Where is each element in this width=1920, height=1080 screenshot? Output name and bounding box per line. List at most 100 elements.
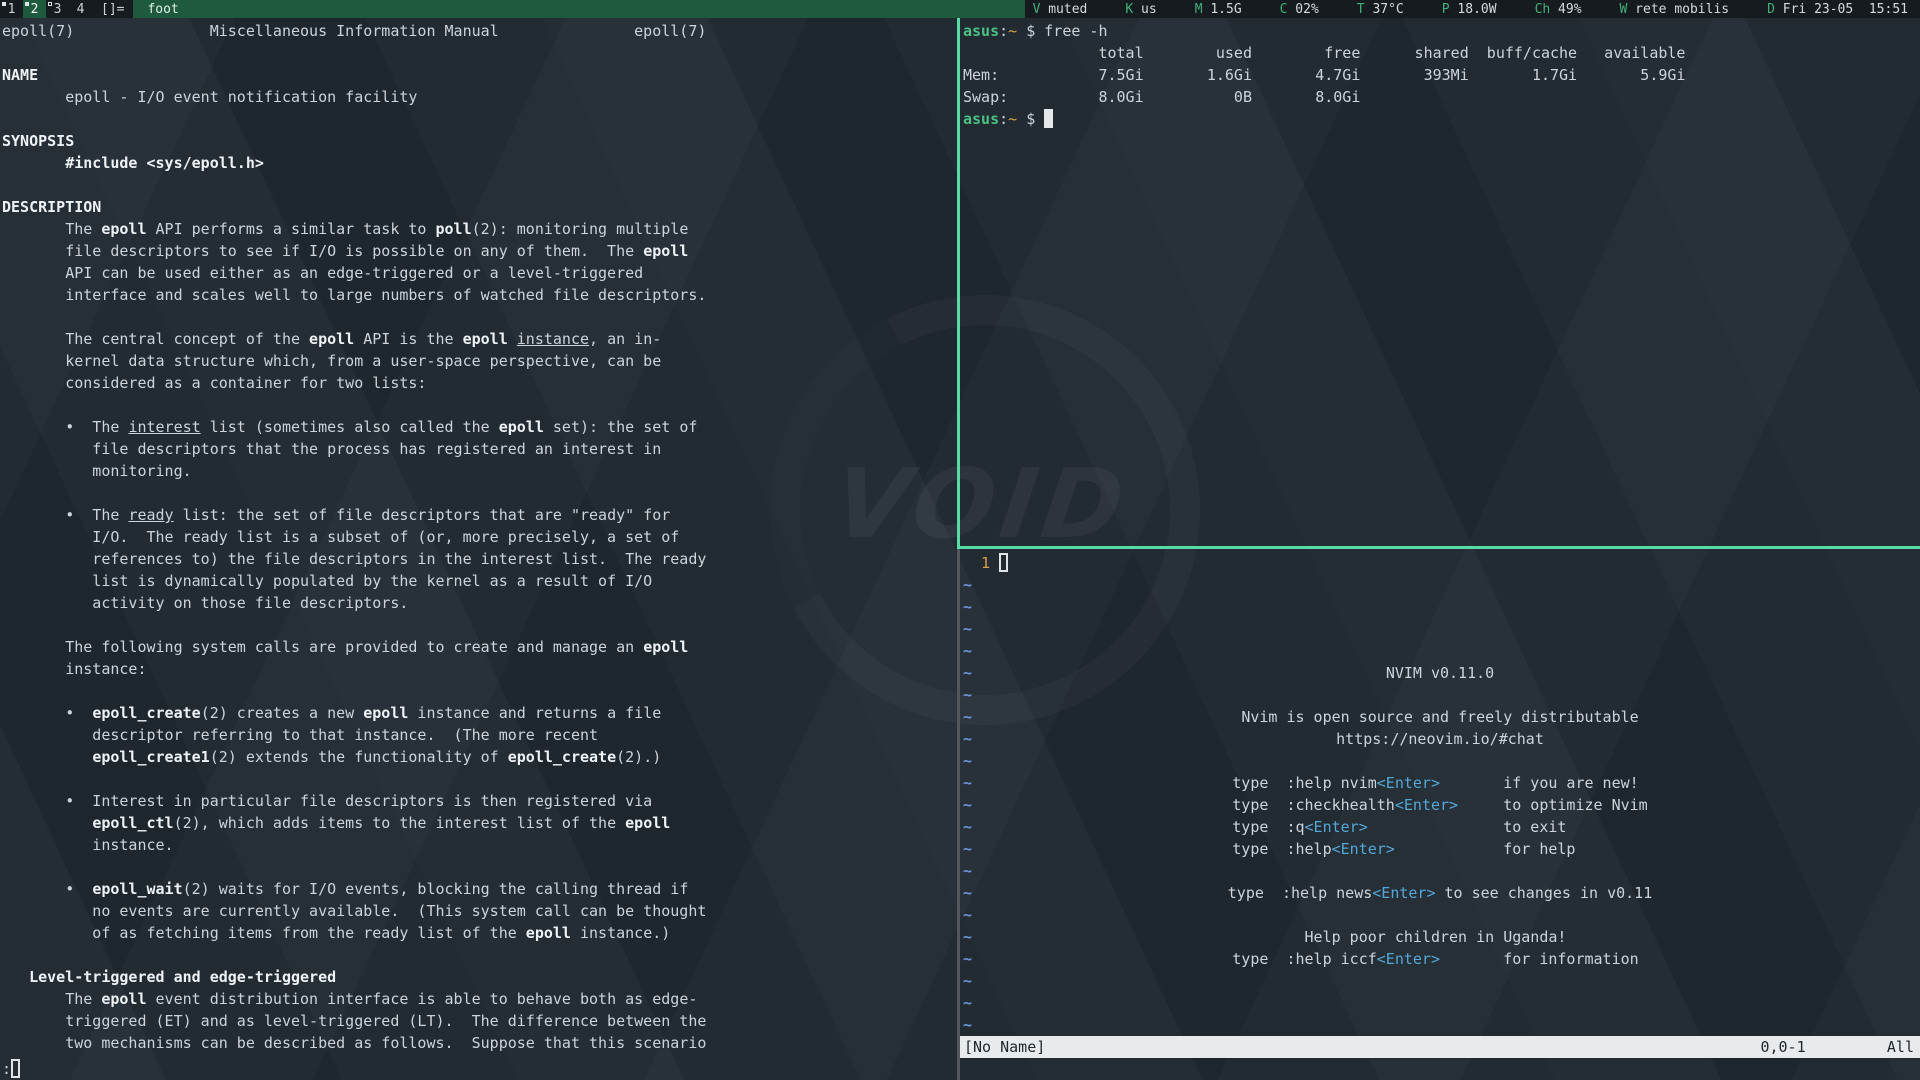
terminal-line: The epoll event distribution interface i… [2, 988, 957, 1010]
focused-border-horizontal [957, 546, 1920, 549]
terminal-line: API can be used either as an edge-trigge… [2, 262, 957, 284]
nvim-statusline: [No Name] 0,0-1 All [960, 1036, 1920, 1058]
terminal-line: • The ready list: the set of file descri… [2, 504, 957, 526]
terminal-line: • epoll_create(2) creates a new epoll in… [2, 702, 957, 724]
status-volume: V muted [1033, 2, 1088, 17]
terminal-line: type :help<Enter> for help [960, 838, 1920, 860]
terminal-line: type :help nvim<Enter> if you are new! [960, 772, 1920, 794]
terminal-line [2, 680, 957, 702]
terminal-line: The epoll API performs a similar task to… [2, 218, 957, 240]
terminal-line: I/O. The ready list is a subset of (or, … [2, 526, 957, 548]
terminal-line: of as fetching items from the ready list… [2, 922, 957, 944]
terminal-line [2, 482, 957, 504]
terminal-line [960, 684, 1920, 706]
terminal-line: epoll - I/O event notification facility [2, 86, 957, 108]
terminal-line [960, 860, 1920, 882]
terminal-line [960, 750, 1920, 772]
terminal-line: The central concept of the epoll API is … [2, 328, 957, 350]
tag-2-selected[interactable]: 2 [23, 0, 46, 18]
nvim-splash: NVIM v0.11.0 Nvim is open source and free… [960, 662, 1920, 970]
terminal-line: descriptor referring to that instance. (… [2, 724, 957, 746]
terminal-line: ~ [963, 596, 1920, 618]
layout-symbol[interactable]: []= [92, 0, 133, 18]
terminal-line: no events are currently available. (This… [2, 900, 957, 922]
terminal-line: type :help news<Enter> to see changes in… [960, 882, 1920, 904]
terminal-line: references to) the file descriptors in t… [2, 548, 957, 570]
terminal-line: type :checkhealth<Enter> to optimize Nvi… [960, 794, 1920, 816]
terminal-line: epoll(7) Miscellaneous Information Manua… [2, 20, 957, 42]
tag-client-indicator [48, 2, 52, 6]
terminal-line [2, 306, 957, 328]
terminal-line: Level-triggered and edge-triggered [2, 966, 957, 988]
terminal-line: • Interest in particular file descriptor… [2, 790, 957, 812]
status-cpu: C 02% [1280, 2, 1319, 17]
status-charge: Ch 49% [1535, 2, 1582, 17]
tag-4[interactable]: 4 [69, 0, 92, 18]
terminal-line [960, 904, 1920, 926]
status-segment: V muted K us M 1.5G C 02% T 37°C P 18.0W… [1025, 0, 1920, 18]
terminal-line: #include <sys/epoll.h> [2, 152, 957, 174]
tag-label: 3 [54, 2, 62, 17]
terminal-line: https://neovim.io/#chat [960, 728, 1920, 750]
terminal-line: Nvim is open source and freely distribut… [960, 706, 1920, 728]
terminal-line: ~ [963, 574, 1920, 596]
terminal-line: • epoll_wait(2) waits for I/O events, bl… [2, 878, 957, 900]
focused-border-vertical [957, 18, 960, 549]
terminal-line: ~ [963, 640, 1920, 662]
terminal-line [2, 174, 957, 196]
shell-terminal[interactable]: asus:~ $ free -h total used free shared … [960, 18, 1920, 546]
buffer-name: [No Name] [960, 1038, 1045, 1056]
status-wifi: W rete mobilis [1620, 2, 1730, 17]
terminal-line: ~ [963, 992, 1920, 1014]
terminal-line: instance. [2, 834, 957, 856]
terminal-line: NVIM v0.11.0 [960, 662, 1920, 684]
shell-content: asus:~ $ free -h total used free shared … [963, 20, 1920, 130]
terminal-line: • The interest list (sometimes also call… [2, 416, 957, 438]
terminal-line: epoll_create1(2) extends the functionali… [2, 746, 957, 768]
pager-prompt[interactable]: : [2, 1058, 20, 1080]
terminal-line: 1 [963, 552, 1920, 574]
terminal-line [2, 108, 957, 130]
terminal-line: type :help iccf<Enter> for information [960, 948, 1920, 970]
nvim-cmdline [960, 1058, 1920, 1080]
terminal-line: ~ [963, 1014, 1920, 1036]
terminal-line: file descriptors that the process has re… [2, 438, 957, 460]
terminal-line: instance: [2, 658, 957, 680]
terminal-line [2, 614, 957, 636]
nvim-pane[interactable]: 1 ~~~~~~~~~~~~~~~~~~~~~ NVIM v0.11.0Nvim… [960, 549, 1920, 1080]
status-date: D Fri 23-05 15:51 [1767, 2, 1908, 17]
terminal-line [2, 394, 957, 416]
status-keyboard: K us [1125, 2, 1156, 17]
terminal-line: DESCRIPTION [2, 196, 957, 218]
terminal-line: triggered (ET) and as level-triggered (L… [2, 1010, 957, 1032]
terminal-line: SYNOPSIS [2, 130, 957, 152]
manpage-content: epoll(7) Miscellaneous Information Manua… [2, 20, 957, 1054]
terminal-line: ~ [963, 618, 1920, 640]
terminal-line: activity on those file descriptors. [2, 592, 957, 614]
terminal-line: total used free shared buff/cache availa… [963, 42, 1920, 64]
terminal-line [2, 856, 957, 878]
terminal-line: epoll_ctl(2), which adds items to the in… [2, 812, 957, 834]
terminal-line: list is dynamically populated by the ker… [2, 570, 957, 592]
terminal-line: considered as a container for two lists: [2, 372, 957, 394]
terminal-line: Swap: 8.0Gi 0B 8.0Gi [963, 86, 1920, 108]
terminal-line: interface and scales well to large numbe… [2, 284, 957, 306]
terminal-line: asus:~ $ [963, 108, 1920, 130]
terminal-line [2, 42, 957, 64]
status-memory: M 1.5G [1195, 2, 1242, 17]
terminal-line: asus:~ $ free -h [963, 20, 1920, 42]
tag-label: 4 [77, 2, 85, 17]
window-title: foot [133, 0, 1024, 18]
terminal-line: kernel data structure which, from a user… [2, 350, 957, 372]
manpage-terminal[interactable]: epoll(7) Miscellaneous Information Manua… [0, 18, 957, 1080]
tag-1[interactable]: 1 [0, 0, 23, 18]
terminal-line: two mechanisms can be described as follo… [2, 1032, 957, 1054]
terminal-line: type :q<Enter> to exit [960, 816, 1920, 838]
tag-3[interactable]: 3 [46, 0, 69, 18]
terminal-line: : [2, 1058, 20, 1080]
terminal-line: The following system calls are provided … [2, 636, 957, 658]
tag-client-indicator [25, 2, 29, 6]
terminal-line [2, 768, 957, 790]
terminal-line: file descriptors to see if I/O is possib… [2, 240, 957, 262]
terminal-line [2, 944, 957, 966]
